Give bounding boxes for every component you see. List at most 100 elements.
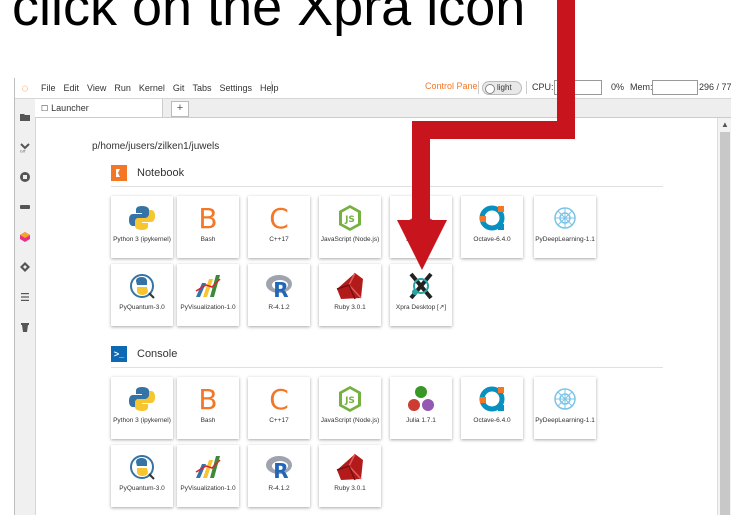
kernel-label: Bash [200, 417, 216, 424]
jupyter-logo-icon: ◌ [21, 81, 29, 95]
scroll-up-icon[interactable]: ▲ [721, 120, 729, 129]
git-icon[interactable]: GIT [19, 141, 31, 153]
kernel-label: Python 3 (ipykernel) [113, 417, 171, 424]
kernel-label: Xpra Desktop [↗] [395, 304, 447, 311]
cpu-value: 0% [611, 82, 625, 92]
javascript-icon: JS [335, 203, 365, 233]
console-kernel-card[interactable]: Julia 1.7.1 [390, 377, 452, 439]
menu-bar: ◌ File Edit View Run Kernel Git Tabs Set… [15, 78, 731, 99]
tabs-list-icon[interactable] [19, 291, 31, 303]
commands-icon[interactable] [19, 201, 31, 213]
julia-icon [406, 384, 436, 414]
javascript-icon: JS [335, 384, 365, 414]
console-kernel-card[interactable]: R R-4.1.2 [248, 445, 310, 507]
notebook-section-title: Notebook [137, 167, 185, 179]
trash-icon[interactable] [19, 321, 31, 333]
notebook-kernel-card[interactable]: R R-4.1.2 [248, 264, 310, 326]
console-kernel-card[interactable]: Ruby 3.0.1 [319, 445, 381, 507]
kernel-label: PyDeepLearning-1.1 [535, 236, 595, 243]
extension-icon[interactable] [19, 231, 31, 243]
running-icon[interactable] [19, 171, 31, 183]
r-icon: R [264, 452, 294, 482]
octave-icon [477, 384, 507, 414]
theme-toggle[interactable]: light [482, 81, 522, 95]
python-icon [127, 203, 157, 233]
property-inspector-icon[interactable] [19, 261, 31, 273]
pyvisualization-icon [193, 271, 223, 301]
console-kernel-card[interactable]: Octave-6.4.0 [461, 377, 523, 439]
notebook-kernel-card[interactable]: C C++17 [248, 196, 310, 258]
annotation-arrow-vertical [557, 0, 575, 139]
menu-tabs[interactable]: Tabs [192, 83, 211, 93]
notebook-kernel-card[interactable]: Ruby 3.0.1 [319, 264, 381, 326]
notebook-kernel-card[interactable]: Xpra Desktop [↗] [390, 264, 452, 326]
svg-text:JS: JS [344, 396, 355, 406]
kernel-label: Octave-6.4.0 [473, 236, 511, 243]
folder-icon[interactable] [19, 111, 31, 123]
divider [271, 81, 272, 94]
menu-file[interactable]: File [41, 83, 56, 93]
ruby-icon [335, 452, 365, 482]
svg-text:C: C [269, 203, 289, 233]
tab-launcher-icon: ☐ [41, 104, 49, 113]
vertical-scrollbar[interactable]: ▲ [717, 118, 731, 515]
section-divider [111, 186, 663, 187]
menu-run[interactable]: Run [114, 83, 131, 93]
svg-text:JS: JS [344, 215, 355, 225]
kernel-label: JavaScript (Node.js) [320, 236, 380, 243]
console-kernel-card[interactable]: JS JavaScript (Node.js) [319, 377, 381, 439]
mem-value: 296 / 772329 [699, 82, 731, 92]
notebook-kernel-card[interactable]: PyVisualization-1.0 [177, 264, 239, 326]
mem-label: Mem: [630, 82, 653, 92]
kernel-label: Julia 1.7.1 [406, 417, 436, 424]
notebook-section-header: Notebook [111, 165, 184, 181]
menu-git[interactable]: Git [173, 83, 185, 93]
svg-text:R: R [273, 278, 288, 301]
bash-icon: B [193, 203, 223, 233]
menu-help[interactable]: Help [260, 83, 279, 93]
python-icon [127, 384, 157, 414]
notebook-kernel-card[interactable]: B Bash [177, 196, 239, 258]
new-launcher-button[interactable]: + [171, 101, 189, 117]
octave-icon [477, 203, 507, 233]
notebook-kernel-card[interactable]: PyQuantum-3.0 [111, 264, 173, 326]
jupyterlab-window: ◌ File Edit View Run Kernel Git Tabs Set… [14, 78, 731, 515]
menu-edit[interactable]: Edit [64, 83, 80, 93]
menu-view[interactable]: View [87, 83, 106, 93]
kernel-label: PyVisualization-1.0 [180, 304, 236, 311]
console-kernel-card[interactable]: B Bash [177, 377, 239, 439]
cpp-icon: C [264, 203, 294, 233]
tab-launcher[interactable]: ☐ Launcher [35, 99, 163, 117]
notebook-kernel-card[interactable]: Python 3 (ipykernel) [111, 196, 173, 258]
kernel-label: Python 3 (ipykernel) [113, 236, 171, 243]
divider [478, 81, 479, 94]
notebook-kernel-card[interactable]: Octave-6.4.0 [461, 196, 523, 258]
svg-text:B: B [198, 203, 217, 233]
console-kernel-card[interactable]: PyDeepLearning-1.1 [534, 377, 596, 439]
notebook-kernel-card[interactable]: PyDeepLearning-1.1 [534, 196, 596, 258]
notebook-icon [111, 165, 127, 181]
console-kernel-card[interactable]: PyVisualization-1.0 [177, 445, 239, 507]
console-kernel-card[interactable]: Python 3 (ipykernel) [111, 377, 173, 439]
kernel-label: R-4.1.2 [268, 485, 290, 492]
kernel-label: PyQuantum-3.0 [119, 485, 165, 492]
kernel-label: Octave-6.4.0 [473, 417, 511, 424]
svg-text:C: C [269, 384, 289, 414]
kernel-label: PyVisualization-1.0 [180, 485, 236, 492]
annotation-arrow-head [397, 220, 447, 270]
launcher-path: p/home/jusers/zilken1/juwels [92, 141, 220, 152]
ruby-icon [335, 271, 365, 301]
kernel-label: PyDeepLearning-1.1 [535, 417, 595, 424]
console-kernel-card[interactable]: C C++17 [248, 377, 310, 439]
cpu-label: CPU: [532, 82, 554, 92]
menu-settings[interactable]: Settings [219, 83, 252, 93]
scroll-thumb[interactable] [720, 132, 730, 515]
r-icon: R [264, 271, 294, 301]
control-panel-link[interactable]: Control Panel [425, 81, 480, 91]
tab-launcher-label: Launcher [51, 103, 89, 113]
kernel-label: R-4.1.2 [268, 304, 290, 311]
kernel-label: Bash [200, 236, 216, 243]
menu-kernel[interactable]: Kernel [139, 83, 165, 93]
notebook-kernel-card[interactable]: JS JavaScript (Node.js) [319, 196, 381, 258]
console-kernel-card[interactable]: PyQuantum-3.0 [111, 445, 173, 507]
